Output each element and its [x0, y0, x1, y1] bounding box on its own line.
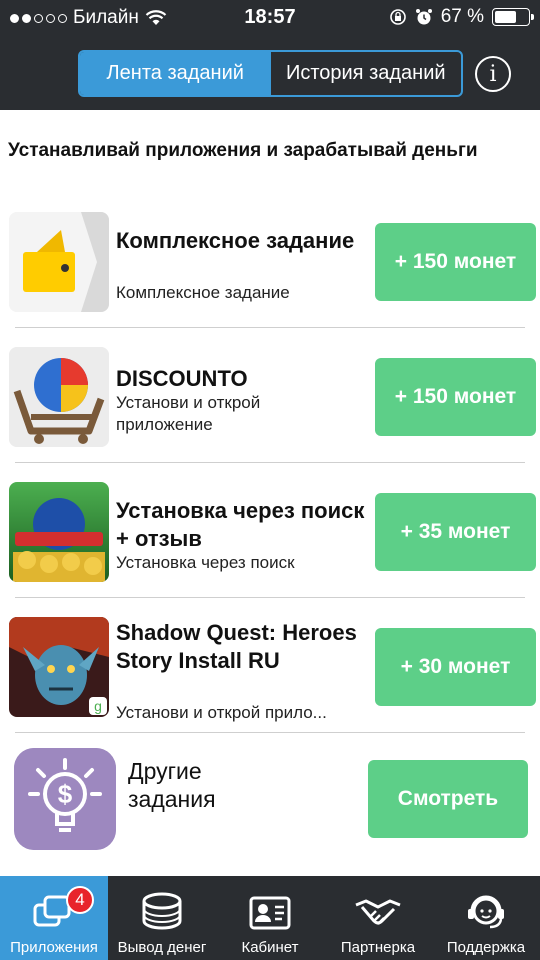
- reward-button[interactable]: + 150 монет: [375, 358, 536, 436]
- task-segmented-control: Лента заданий История заданий: [78, 50, 463, 97]
- divider: [15, 732, 525, 733]
- notification-badge: 4: [66, 886, 94, 914]
- alarm-icon: [415, 9, 432, 25]
- cart-icon: [9, 347, 109, 447]
- handshake-icon: [355, 899, 401, 925]
- divider: [15, 597, 525, 598]
- task-title: Комплексное задание: [116, 228, 355, 253]
- task-title: DISCOUNTO: [116, 366, 248, 391]
- tab-label: Кабинет: [241, 939, 299, 956]
- task-row[interactable]: Установка через поиск + отзыв Установка …: [0, 480, 540, 598]
- tab-cabinet[interactable]: Кабинет: [216, 876, 324, 960]
- task-subtitle: Комплексное задание: [116, 283, 290, 302]
- rotation-lock-icon: [389, 9, 406, 25]
- casino-icon: [9, 482, 109, 582]
- wallet-icon: [9, 212, 109, 312]
- tab-partner[interactable]: Партнерка: [324, 876, 432, 960]
- tab-task-history[interactable]: История заданий: [271, 52, 462, 95]
- tab-support[interactable]: Поддержка: [432, 876, 540, 960]
- svg-text:$: $: [58, 779, 73, 809]
- battery-icon: [492, 8, 534, 26]
- tab-label: Партнерка: [340, 939, 416, 956]
- profile-card-icon: [249, 896, 291, 930]
- battery-percent: 67 %: [440, 6, 484, 27]
- tab-label: Поддержка: [446, 939, 526, 956]
- view-other-tasks-button[interactable]: Смотреть: [368, 760, 528, 838]
- svg-text:g: g: [94, 698, 102, 714]
- reward-button[interactable]: + 35 монет: [375, 493, 536, 571]
- task-title: Shadow Quest: Heroes Story Install RU: [116, 620, 357, 673]
- tab-task-feed[interactable]: Лента заданий: [80, 52, 271, 95]
- bottom-tab-bar: 4 Приложения Вывод денег Кабинет Партнер…: [0, 876, 540, 960]
- support-icon: [468, 895, 504, 929]
- info-icon[interactable]: i: [475, 56, 511, 92]
- task-row[interactable]: DISCOUNTO Установи и открой приложение +…: [0, 345, 540, 463]
- reward-button[interactable]: + 30 монет: [375, 628, 536, 706]
- coins-icon: [142, 892, 182, 930]
- task-row[interactable]: Комплексное задание Комплексное задание …: [0, 210, 540, 328]
- task-row[interactable]: g Shadow Quest: Heroes Story Install RU …: [0, 615, 540, 733]
- task-subtitle: Установи и открой приложение: [116, 393, 261, 434]
- tab-withdraw[interactable]: Вывод денег: [108, 876, 216, 960]
- status-bar: Билайн 18:57 67 %: [0, 0, 540, 36]
- tab-label: Приложения: [10, 939, 98, 956]
- other-tasks-row[interactable]: $ Другие задания Смотреть: [0, 745, 540, 860]
- game-hero-icon: g: [9, 617, 109, 717]
- divider: [15, 462, 525, 463]
- top-bar: Билайн 18:57 67 % Лента заданий История …: [0, 0, 540, 110]
- task-subtitle: Установи и открой прило...: [116, 703, 327, 722]
- reward-button[interactable]: + 150 монет: [375, 223, 536, 301]
- lightbulb-dollar-icon: $: [14, 748, 116, 850]
- tab-label: Вывод денег: [117, 939, 207, 956]
- task-title: Установка через поиск + отзыв: [116, 498, 365, 551]
- tab-apps[interactable]: 4 Приложения: [0, 876, 108, 960]
- other-tasks-label: Другие задания: [128, 758, 216, 812]
- divider: [15, 327, 525, 328]
- page-headline: Устанавливай приложения и зарабатывай де…: [8, 140, 478, 161]
- task-subtitle: Установка через поиск: [116, 553, 295, 572]
